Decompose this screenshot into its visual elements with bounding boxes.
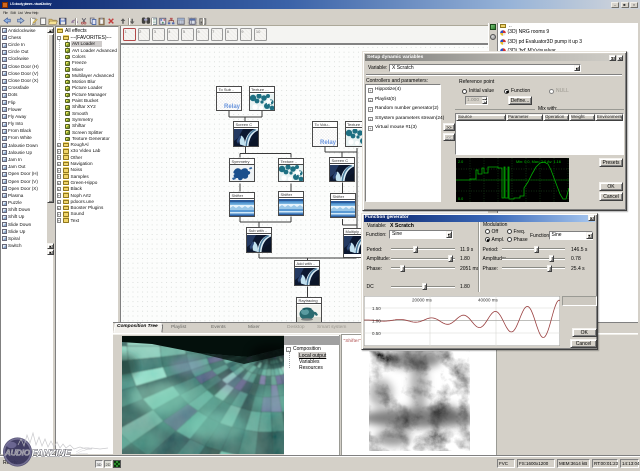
svg-text:0.50: 0.50 xyxy=(372,331,381,336)
svg-text:FANZINE: FANZINE xyxy=(32,448,72,459)
svg-text:1.00: 1.00 xyxy=(372,318,381,323)
svg-text:40000 ms: 40000 ms xyxy=(478,297,499,302)
svg-text:2.0: 2.0 xyxy=(458,160,463,164)
svg-text:Min: 0.0, Max: 2.0 Av: 1.16: Min: 0.0, Max: 2.0 Av: 1.16 xyxy=(516,160,561,164)
svg-text:1.50: 1.50 xyxy=(372,306,381,311)
svg-text:20000 ms: 20000 ms xyxy=(412,297,433,302)
svg-text:0.0: 0.0 xyxy=(458,197,463,201)
svg-text:AUDIO: AUDIO xyxy=(4,449,31,458)
